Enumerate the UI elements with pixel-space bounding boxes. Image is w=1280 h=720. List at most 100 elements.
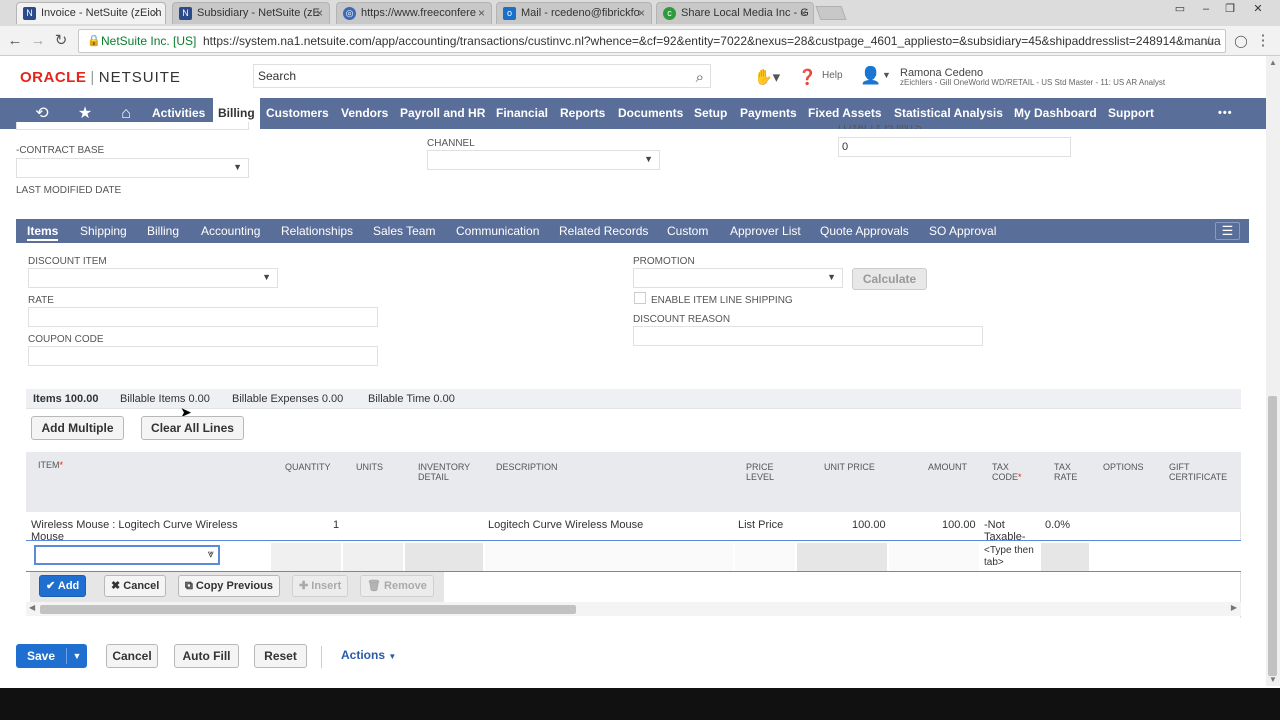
col-item[interactable]: ITEM*: [38, 460, 63, 470]
edit-cell-units[interactable]: [343, 543, 403, 571]
browser-tab-invoice[interactable]: N Invoice - NetSuite (zEich ×: [16, 2, 166, 24]
enable-item-line-shipping-checkbox[interactable]: [634, 292, 646, 304]
contract-base-select[interactable]: ▼: [16, 158, 249, 178]
browser-menu-icon[interactable]: ⋮: [1254, 32, 1272, 50]
rate-field[interactable]: [28, 307, 378, 327]
col-gift-certificate[interactable]: GIFT CERTIFICATE: [1169, 462, 1234, 482]
scroll-left-icon[interactable]: ◀: [29, 603, 35, 612]
recent-records-icon[interactable]: ✋▾: [754, 68, 780, 86]
previous-field-select[interactable]: [16, 122, 249, 130]
oracle-netsuite-logo[interactable]: ORACLE | NETSUITE: [20, 69, 181, 86]
vertical-scroll-thumb[interactable]: [1268, 396, 1277, 676]
browser-tab-share-local[interactable]: c Share Local Media Inc - G ×: [656, 2, 814, 24]
col-options[interactable]: OPTIONS: [1103, 462, 1144, 472]
menu-payments[interactable]: Payments: [740, 98, 797, 129]
edit-cell-inventory-detail[interactable]: [405, 543, 483, 571]
browser-tab-mail[interactable]: o Mail - rcedeno@fibrickfo ×: [496, 2, 652, 24]
tab-related-records[interactable]: Related Records: [559, 219, 648, 243]
tab-accounting[interactable]: Accounting: [201, 219, 260, 243]
cancel-line-button[interactable]: ✖ Cancel: [104, 575, 167, 597]
col-unit-price[interactable]: UNIT PRICE: [824, 462, 875, 472]
close-icon[interactable]: ×: [152, 3, 159, 23]
menu-customers[interactable]: Customers: [266, 98, 329, 129]
close-icon[interactable]: ×: [478, 3, 485, 23]
summary-billable-items[interactable]: Billable Items 0.00: [120, 393, 210, 405]
back-icon[interactable]: ←: [6, 32, 24, 50]
extension-icon[interactable]: ◯: [1232, 32, 1250, 50]
tab-billing[interactable]: Billing: [147, 219, 179, 243]
search-icon[interactable]: ⌕: [696, 67, 704, 89]
save-button[interactable]: Save: [16, 644, 66, 668]
menu-my-dashboard[interactable]: My Dashboard: [1014, 98, 1097, 129]
col-description[interactable]: DESCRIPTION: [496, 462, 558, 472]
edit-cell-tax-rate[interactable]: [1041, 543, 1089, 571]
horizontal-scrollbar[interactable]: ◀ ▶: [26, 602, 1241, 616]
cell-tax-rate[interactable]: 0.0%: [1045, 519, 1070, 531]
cell-quantity[interactable]: 1: [333, 519, 339, 531]
col-quantity[interactable]: QUANTITY: [285, 462, 331, 472]
col-amount[interactable]: AMOUNT: [928, 462, 967, 472]
col-inventory-detail[interactable]: INVENTORY DETAIL: [418, 462, 478, 482]
browser-tab-freeconference[interactable]: ◎ https://www.freeconfere ×: [336, 2, 492, 24]
copy-previous-button[interactable]: ⧉ Copy Previous: [178, 575, 280, 597]
clear-all-lines-button[interactable]: Clear All Lines: [141, 416, 244, 440]
close-icon[interactable]: ×: [800, 3, 807, 23]
horizontal-scroll-thumb[interactable]: [40, 605, 576, 614]
tab-sales-team[interactable]: Sales Team: [373, 219, 435, 243]
loyalty-points-field[interactable]: 0: [838, 137, 1071, 157]
vertical-scrollbar[interactable]: ▲ ▼: [1266, 56, 1280, 686]
tab-quote-approvals[interactable]: Quote Approvals: [820, 219, 909, 243]
reload-icon[interactable]: ↻: [52, 32, 70, 50]
table-row[interactable]: Wireless Mouse : Logitech Curve Wireless…: [26, 512, 1241, 543]
add-multiple-button[interactable]: Add Multiple: [31, 416, 124, 440]
more-menu-icon[interactable]: •••: [1218, 98, 1233, 129]
col-price-level[interactable]: PRICE LEVEL: [746, 462, 786, 482]
address-bar[interactable]: 🔒 NetSuite Inc. [US] https://system.na1.…: [78, 29, 1226, 53]
edit-cell-amount[interactable]: [889, 543, 979, 571]
forward-icon[interactable]: →: [29, 32, 47, 50]
menu-documents[interactable]: Documents: [618, 98, 683, 129]
tab-items[interactable]: Items: [27, 219, 59, 243]
tab-shipping[interactable]: Shipping: [80, 219, 127, 243]
scroll-right-icon[interactable]: ▶: [1231, 603, 1237, 612]
cell-price-level[interactable]: List Price: [738, 519, 783, 531]
auto-fill-button[interactable]: Auto Fill: [174, 644, 239, 668]
help-icon[interactable]: ❓: [798, 68, 817, 86]
global-search-input[interactable]: Search ⌕: [253, 64, 711, 88]
menu-payroll-hr[interactable]: Payroll and HR: [400, 98, 485, 129]
scroll-up-icon[interactable]: ▲: [1269, 58, 1277, 67]
close-icon[interactable]: ×: [316, 3, 323, 23]
insert-line-button[interactable]: ✚ Insert: [292, 575, 349, 597]
summary-billable-expenses[interactable]: Billable Expenses 0.00: [232, 393, 343, 405]
discount-item-select[interactable]: ▼: [28, 268, 278, 288]
browser-tab-subsidiary[interactable]: N Subsidiary - NetSuite (zE ×: [172, 2, 330, 24]
profile-icon[interactable]: ▭: [1168, 2, 1192, 16]
maximize-icon[interactable]: ❐: [1218, 2, 1242, 16]
subtab-menu-icon[interactable]: ☰: [1215, 222, 1240, 240]
add-line-button[interactable]: ✔ Add: [39, 575, 87, 597]
menu-vendors[interactable]: Vendors: [341, 98, 388, 129]
menu-setup[interactable]: Setup: [694, 98, 727, 129]
tab-relationships[interactable]: Relationships: [281, 219, 353, 243]
tab-custom[interactable]: Custom: [667, 219, 708, 243]
reset-button[interactable]: Reset: [254, 644, 307, 668]
bookmark-star-icon[interactable]: ☆: [1203, 30, 1215, 52]
minimize-icon[interactable]: –: [1194, 2, 1218, 16]
actions-menu[interactable]: Actions ▼: [341, 648, 396, 662]
save-options-icon[interactable]: ▼: [67, 644, 87, 668]
menu-financial[interactable]: Financial: [496, 98, 548, 129]
discount-reason-field[interactable]: [633, 326, 983, 346]
chevron-down-icon[interactable]: ▼: [882, 70, 891, 80]
tab-approver-list[interactable]: Approver List: [730, 219, 801, 243]
close-icon[interactable]: ×: [638, 3, 645, 23]
promotion-select[interactable]: ▼: [633, 268, 843, 288]
menu-reports[interactable]: Reports: [560, 98, 605, 129]
edit-cell-description[interactable]: [485, 543, 733, 571]
window-close-icon[interactable]: ✕: [1246, 2, 1270, 16]
cell-amount[interactable]: 100.00: [942, 519, 976, 531]
cell-unit-price[interactable]: 100.00: [852, 519, 886, 531]
edit-cell-price-level[interactable]: [735, 543, 795, 571]
coupon-code-field[interactable]: [28, 346, 378, 366]
col-tax-code[interactable]: TAX CODE*: [992, 462, 1032, 482]
cell-description[interactable]: Logitech Curve Wireless Mouse: [488, 519, 643, 531]
